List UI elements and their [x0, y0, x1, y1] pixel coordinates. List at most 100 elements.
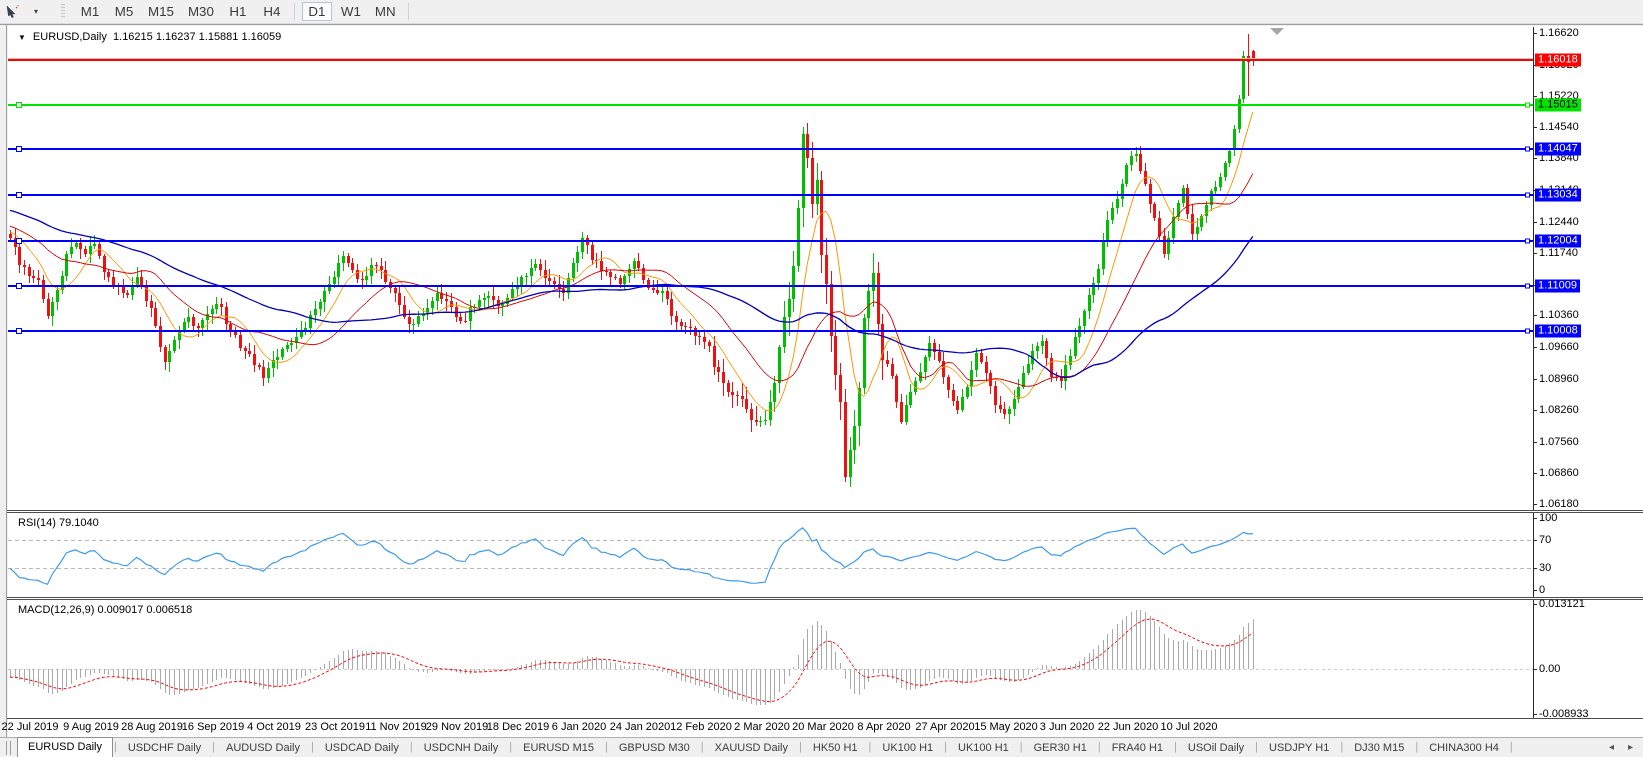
macd-axis-tick: -0.008933 [1539, 708, 1589, 720]
mt4-window: ▾ M1M5M15M30H1H4 D1W1MN ▼ EURUSD,Daily 1.1… [0, 0, 1643, 757]
chart-tab-usdcad-daily[interactable]: USDCAD Daily [315, 740, 409, 757]
toolbar-grip[interactable] [61, 4, 65, 19]
hline-price-label: 1.14047 [1535, 143, 1581, 156]
chevron-down-icon[interactable]: ▾ [29, 7, 43, 16]
macd-axis-tick: 0.013121 [1539, 598, 1585, 610]
tab-scroll-buttons: ◂ ▸ [1609, 742, 1643, 753]
timeframe-button-d1[interactable]: D1 [302, 2, 332, 21]
rsi-axis-tick: 70 [1539, 534, 1551, 546]
chart-tab-ger30-h1[interactable]: GER30 H1 [1024, 740, 1097, 757]
macd-panel-canvas[interactable] [8, 600, 1533, 718]
window-frame-left [6, 24, 7, 757]
price-axis-tick: 1.06860 [1539, 467, 1579, 479]
date-axis-label: 3 Jun 2020 [1040, 721, 1094, 733]
price-axis-tick: 1.14540 [1539, 121, 1579, 133]
date-axis-label: 2 Mar 2020 [734, 721, 790, 733]
price-axis-tick: 1.08960 [1539, 373, 1579, 385]
toolbar-separator [408, 3, 409, 20]
chart-title: ▼EURUSD,Daily 1.16215 1.16237 1.15881 1.… [18, 31, 281, 43]
timeframe-button-mn[interactable]: MN [370, 2, 401, 21]
date-axis-label: 12 Feb 2020 [670, 721, 732, 733]
chart-tab-audusd-daily[interactable]: AUDUSD Daily [216, 740, 310, 757]
rsi-axis-tick: 100 [1539, 512, 1557, 524]
rsi-indicator-label: RSI(14) 79.1040 [18, 517, 99, 529]
chart-tabs: EURUSD Daily|USDCHF Daily|AUDUSD Daily|U… [17, 737, 1514, 757]
date-axis-label: 11 Nov 2019 [365, 721, 427, 733]
date-axis-label: 8 Apr 2020 [857, 721, 910, 733]
tab-separator: | [1509, 741, 1514, 753]
price-axis-tick: 1.11740 [1539, 247, 1578, 259]
chart-tab-xauusd-daily[interactable]: XAUUSD Daily [705, 740, 798, 757]
chart-tab-usdjpy-h1[interactable]: USDJPY H1 [1259, 740, 1339, 757]
date-axis-label: 27 Apr 2020 [915, 721, 974, 733]
date-axis-label: 16 Sep 2019 [182, 721, 244, 733]
chart-tab-hk50-h1[interactable]: HK50 H1 [803, 740, 868, 757]
toolbar-separator [294, 3, 295, 20]
drawing-cursor-tool-icon[interactable] [3, 3, 21, 20]
rsi-axis-tick: 30 [1539, 562, 1551, 574]
price-axis-tick: 1.12440 [1539, 216, 1579, 228]
main-chart-canvas[interactable] [8, 27, 1533, 510]
chart-symbol-label: EURUSD,Daily [33, 31, 107, 43]
tab-scroll-right-icon[interactable]: ▸ [1628, 742, 1633, 753]
timeframe-button-m15[interactable]: M15 [143, 2, 179, 21]
chart-collapse-icon[interactable]: ▼ [18, 33, 26, 42]
timeframe-toolbar: ▾ M1M5M15M30H1H4 D1W1MN [0, 0, 1643, 24]
date-axis-label: 20 Mar 2020 [792, 721, 854, 733]
chart-tab-eurusd-m15[interactable]: EURUSD M15 [513, 740, 604, 757]
macd-axis-tick: 0.00 [1539, 663, 1560, 675]
hline-handle[interactable] [1525, 103, 1530, 108]
timeframe-button-m5[interactable]: M5 [109, 2, 139, 21]
price-axis-tick: 1.08260 [1539, 404, 1579, 416]
price-axis-divider [1533, 27, 1534, 718]
rsi-panel-canvas[interactable] [8, 513, 1533, 597]
hline-price-label: 1.16018 [1535, 54, 1581, 67]
date-axis-label: 18 Dec 2019 [487, 721, 549, 733]
hline-price-label: 1.11009 [1535, 280, 1580, 293]
hline-handle[interactable] [1525, 329, 1530, 334]
chart-tab-usdcnh-daily[interactable]: USDCNH Daily [414, 740, 509, 757]
timeframe-button-m1[interactable]: M1 [75, 2, 105, 21]
date-axis-label: 29 Nov 2019 [426, 721, 488, 733]
tabbar-grip [6, 741, 11, 755]
timeframe-button-m30[interactable]: M30 [183, 2, 219, 21]
chart-tab-dj30-m15[interactable]: DJ30 M15 [1344, 740, 1414, 757]
date-axis-label: 15 May 2020 [974, 721, 1038, 733]
hline-handle[interactable] [1525, 192, 1530, 197]
chart-rsi-splitter[interactable] [7, 510, 1643, 513]
price-axis-tick: 1.10360 [1539, 309, 1579, 321]
date-axis-label: 28 Aug 2019 [121, 721, 183, 733]
hline-price-label: 1.12004 [1535, 235, 1581, 248]
timeframe-buttons: M1M5M15M30H1H4 D1W1MN [73, 2, 414, 21]
cursor-glyph [5, 4, 20, 19]
timeframe-button-w1[interactable]: W1 [336, 2, 366, 21]
rsi-macd-splitter[interactable] [7, 597, 1643, 600]
date-axis-label: 22 Jun 2020 [1098, 721, 1159, 733]
date-axis-border [7, 718, 1643, 719]
hline-price-label: 1.10008 [1535, 325, 1581, 338]
tab-scroll-left-icon[interactable]: ◂ [1609, 742, 1614, 753]
hline-handle[interactable] [1525, 147, 1530, 152]
chart-tab-bar: EURUSD Daily|USDCHF Daily|AUDUSD Daily|U… [0, 737, 1643, 757]
timeframe-button-h1[interactable]: H1 [223, 2, 253, 21]
chart-tab-gbpusd-m30[interactable]: GBPUSD M30 [609, 740, 700, 757]
date-axis-label: 9 Aug 2019 [63, 721, 119, 733]
hline-handle[interactable] [1525, 284, 1530, 289]
chart-tab-china300-h4[interactable]: CHINA300 H4 [1419, 740, 1509, 757]
chart-tab-eurusd-daily[interactable]: EURUSD Daily [17, 737, 113, 757]
hline-handle[interactable] [1525, 239, 1530, 244]
chart-tab-usdchf-daily[interactable]: USDCHF Daily [118, 740, 211, 757]
chart-tab-uk100-h1[interactable]: UK100 H1 [872, 740, 943, 757]
chart-tab-usoil-daily[interactable]: USOil Daily [1178, 740, 1254, 757]
chart-tab-uk100-h1[interactable]: UK100 H1 [948, 740, 1019, 757]
timeframe-button-h4[interactable]: H4 [257, 2, 287, 21]
date-axis-label: 4 Oct 2019 [247, 721, 301, 733]
price-axis-tick: 1.07560 [1539, 436, 1579, 448]
date-axis-label: 10 Jul 2020 [1161, 721, 1218, 733]
hline-price-label: 1.15015 [1535, 99, 1581, 112]
hline-price-label: 1.13034 [1535, 188, 1581, 201]
date-axis-label: 24 Jan 2020 [610, 721, 671, 733]
chart-tab-fra40-h1[interactable]: FRA40 H1 [1102, 740, 1173, 757]
price-axis-tick: 1.06180 [1539, 498, 1579, 510]
window-frame-top [0, 24, 1643, 25]
